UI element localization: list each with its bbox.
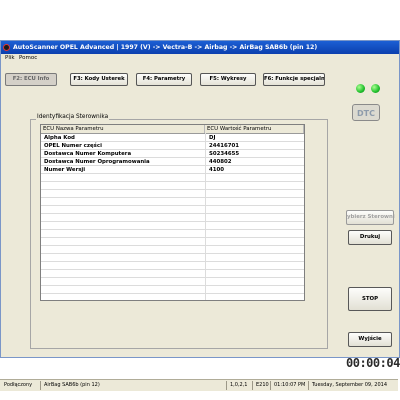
empty-row [41,262,304,270]
status-date: Tuesday, September 09, 2014 [312,382,388,388]
empty-row [41,278,304,286]
app-logo-icon [3,44,10,51]
empty-row [41,246,304,254]
empty-row [41,214,304,222]
status-divider [226,381,227,390]
empty-row [41,222,304,230]
param-name: Numer Wersji [44,167,86,173]
status-divider [40,381,41,390]
param-value: 4100 [209,167,225,173]
param-name: Dostawca Numer Oprogramowania [44,159,150,165]
status-led-right [371,84,380,93]
param-name: Dostawca Numer Komputera [44,151,132,157]
exit-button[interactable]: Wyjście [348,332,392,347]
connection-status: Podłączony [4,382,33,388]
empty-row [41,182,304,190]
table-row[interactable]: OPEL Numer części 24416701 [41,142,304,150]
empty-row [41,206,304,214]
print-button[interactable]: Drukuj [348,230,392,245]
param-name: OPEL Numer części [44,143,102,149]
tab-kody-usterek[interactable]: F3: Kody Usterek [70,73,128,86]
table-row[interactable]: Alpha Kod DJ [41,134,304,142]
column-header-value[interactable]: ECU Wartość Parametru [205,125,304,133]
elapsed-timer: 00:00:04 [346,356,400,370]
ecu-parameter-table: ECU Nazwa Parametru ECU Wartość Parametr… [40,124,305,301]
table-row[interactable]: Dostawca Numer Oprogramowania 440802 [41,158,304,166]
table-row[interactable]: Dostawca Numer Komputera S0234655 [41,150,304,158]
empty-row [41,190,304,198]
param-value: 440802 [209,159,232,165]
tab-wykresy[interactable]: F5: Wykresy [200,73,256,86]
window-title: AutoScanner OPEL Advanced | 1997 (V) -> … [13,44,318,51]
tab-parametry[interactable]: F4: Parametry [136,73,192,86]
status-divider [252,381,253,390]
menu-bar: Plik Pomoc [1,54,399,63]
empty-row [41,270,304,278]
status-bar: Podłączony AirBag SAB6b (pin 12) 1,0,2,1… [0,379,398,391]
param-name: Alpha Kod [44,135,75,141]
group-title: Identyfikacja Sterownika [36,114,110,120]
status-divider [270,381,271,390]
empty-row [41,230,304,238]
param-value: S0234655 [209,151,240,157]
table-header: ECU Nazwa Parametru ECU Wartość Parametr… [41,125,304,134]
table-row[interactable]: Numer Wersji 4100 [41,166,304,174]
title-bar: AutoScanner OPEL Advanced | 1997 (V) -> … [1,41,399,54]
status-time: 01:10:07 PM [274,382,306,388]
status-led-left [356,84,365,93]
select-ecu-button[interactable]: ybierz Sterowni [346,210,395,225]
empty-row [41,174,304,182]
empty-row [41,238,304,246]
stop-button[interactable]: STOP [348,287,392,311]
menu-pomoc[interactable]: Pomoc [19,54,37,63]
empty-row [41,198,304,206]
status-ecu: AirBag SAB6b (pin 12) [44,382,100,388]
menu-plik[interactable]: Plik [5,54,15,63]
param-value: DJ [209,135,216,141]
param-value: 24416701 [209,143,240,149]
dtc-indicator: DTC [352,104,380,121]
status-code: E210 [256,382,269,388]
tab-funkcje-specjalne[interactable]: F6: Funkcje specjalne [263,73,325,86]
status-divider [308,381,309,390]
empty-row [41,254,304,262]
column-header-name[interactable]: ECU Nazwa Parametru [41,125,205,133]
tab-ecu-info[interactable]: F2: ECU Info [5,73,57,86]
status-version: 1,0,2,1 [230,382,248,388]
empty-row [41,286,304,294]
